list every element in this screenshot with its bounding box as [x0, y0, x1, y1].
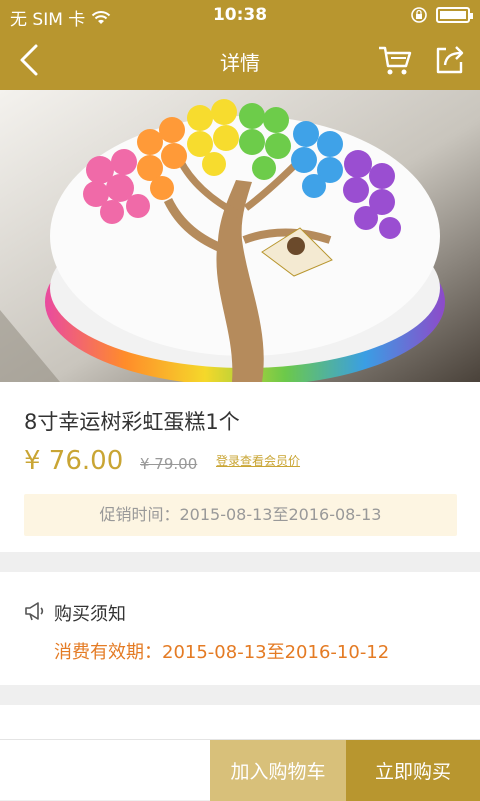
- status-bar: 无 SIM 卡 10:38: [0, 0, 480, 30]
- bottom-action-bar: 加入购物车 立即购买: [0, 739, 480, 801]
- nav-bar: 详情: [0, 30, 480, 90]
- cart-icon[interactable]: [376, 42, 414, 78]
- rotation-lock-icon: [411, 7, 427, 23]
- original-price: ¥ 79.00: [140, 455, 198, 473]
- member-price-link[interactable]: 登录查看会员价: [216, 452, 300, 469]
- battery-icon: [436, 7, 473, 23]
- product-name: 8寸幸运树彩虹蛋糕1个: [24, 410, 240, 434]
- current-price: ¥ 76.00: [24, 446, 124, 476]
- promo-period: 促销时间：2015-08-13至2016-08-13: [24, 494, 457, 536]
- share-icon[interactable]: [432, 42, 468, 78]
- buy-now-button[interactable]: 立即购买: [346, 740, 480, 801]
- notice-title: 购买须知: [54, 604, 126, 625]
- status-right: [410, 6, 473, 24]
- status-time: 10:38: [212, 5, 268, 25]
- purchase-notice-card: 购买须知 消费有效期：2015-08-13至2016-10-12: [0, 572, 480, 685]
- validity-period: 消费有效期：2015-08-13至2016-10-12: [54, 642, 390, 663]
- product-info-card: 8寸幸运树彩虹蛋糕1个 ¥ 76.00 ¥ 79.00 登录查看会员价 促销时间…: [0, 382, 480, 552]
- megaphone-icon: [25, 602, 44, 621]
- product-image: [0, 90, 480, 382]
- add-to-cart-button[interactable]: 加入购物车: [210, 740, 346, 801]
- rainbow-cake-illustration: [0, 90, 480, 382]
